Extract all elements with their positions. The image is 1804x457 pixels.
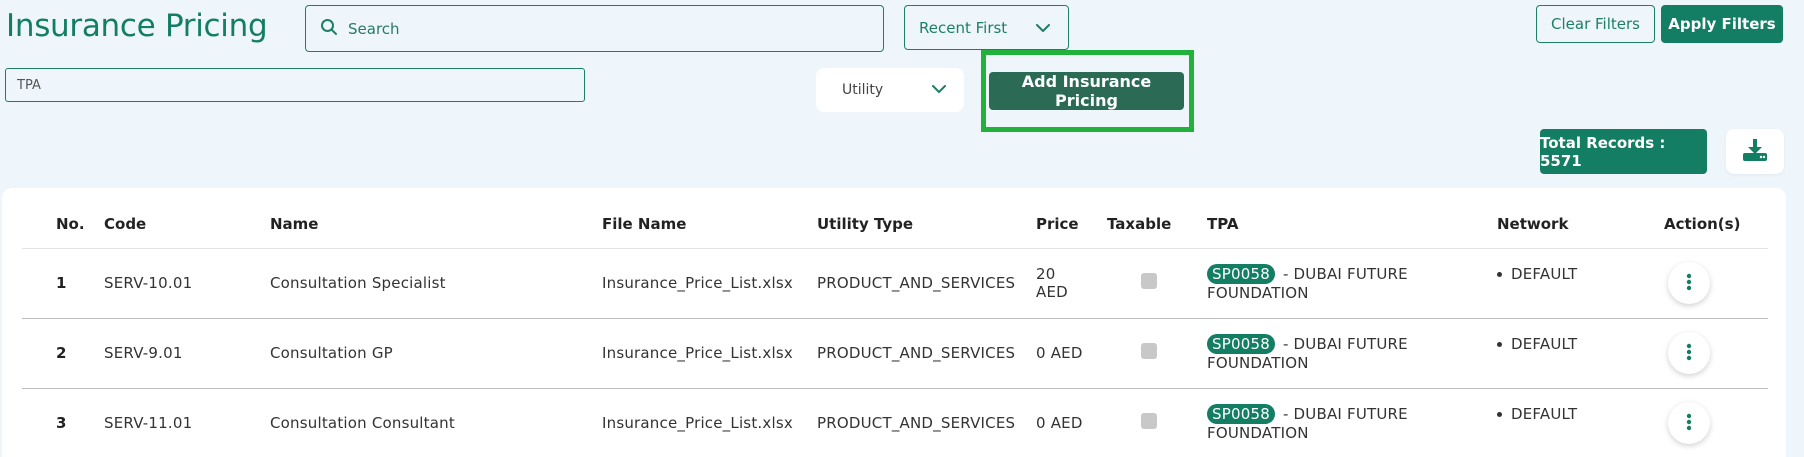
- row-tpa: SP0058- DUBAI FUTURE FOUNDATION: [1207, 388, 1497, 457]
- taxable-checkbox[interactable]: [1141, 343, 1157, 359]
- column-header: Price: [1036, 214, 1079, 233]
- row-code: SERV-11.01: [104, 414, 193, 432]
- table-row: 1 SERV-10.01 Consultation Specialist Ins…: [22, 248, 1768, 318]
- row-network: DEFAULT: [1497, 248, 1664, 318]
- table-row: 3 SERV-11.01 Consultation Consultant Ins…: [22, 388, 1768, 457]
- apply-filters-button[interactable]: Apply Filters: [1661, 5, 1783, 43]
- column-header: Network: [1497, 214, 1569, 233]
- sort-select-value: Recent First: [919, 18, 1008, 37]
- taxable-checkbox[interactable]: [1141, 273, 1157, 289]
- row-actions-button[interactable]: [1668, 332, 1710, 374]
- row-utility-type: PRODUCT_AND_SERVICES: [817, 274, 1016, 292]
- row-actions: [1664, 318, 1768, 388]
- network-item: DEFAULT: [1497, 405, 1664, 423]
- column-header: Action(s): [1664, 214, 1741, 233]
- row-actions-button[interactable]: [1668, 262, 1710, 304]
- row-name: Consultation GP: [270, 344, 393, 362]
- row-tpa: SP0058- DUBAI FUTURE FOUNDATION: [1207, 318, 1497, 388]
- clear-filters-button[interactable]: Clear Filters: [1536, 5, 1655, 43]
- row-file-name: Insurance_Price_List.xlsx: [602, 344, 793, 362]
- tpa-code-badge: SP0058: [1207, 333, 1275, 354]
- row-utility-type: PRODUCT_AND_SERVICES: [817, 344, 1016, 362]
- row-taxable: [1107, 248, 1207, 318]
- column-header: Utility Type: [817, 214, 914, 233]
- tpa-code-badge: SP0058: [1207, 263, 1275, 284]
- download-button[interactable]: [1726, 129, 1784, 174]
- search-icon: [320, 18, 338, 40]
- row-price: 0 AED: [1036, 414, 1083, 432]
- row-actions-button[interactable]: [1668, 402, 1710, 444]
- row-file-name: Insurance_Price_List.xlsx: [602, 414, 793, 432]
- row-code: SERV-10.01: [104, 274, 193, 292]
- column-header: Taxable: [1107, 214, 1172, 233]
- row-number: 3: [56, 414, 67, 432]
- row-price: 0 AED: [1036, 344, 1083, 362]
- column-header: No.: [56, 214, 85, 233]
- network-item: DEFAULT: [1497, 265, 1664, 283]
- column-header: File Name: [602, 214, 687, 233]
- column-header: Code: [104, 214, 147, 233]
- row-network: DEFAULT: [1497, 388, 1664, 457]
- utility-select[interactable]: Utility: [816, 68, 964, 112]
- insurance-pricing-page: Insurance Pricing Recent First Clear Fil…: [0, 0, 1804, 457]
- row-utility-type: PRODUCT_AND_SERVICES: [817, 414, 1016, 432]
- table-header-row: No. Code Name File Name Utility Type Pri…: [22, 200, 1768, 248]
- tpa-code-badge: SP0058: [1207, 403, 1275, 424]
- row-tpa: SP0058- DUBAI FUTURE FOUNDATION: [1207, 248, 1497, 318]
- column-header: Name: [270, 214, 319, 233]
- row-name: Consultation Consultant: [270, 414, 455, 432]
- row-code: SERV-9.01: [104, 344, 183, 362]
- insurance-pricing-table: No. Code Name File Name Utility Type Pri…: [22, 200, 1768, 457]
- chevron-down-icon: [1036, 19, 1050, 37]
- row-file-name: Insurance_Price_List.xlsx: [602, 274, 793, 292]
- download-icon: [1742, 138, 1768, 165]
- network-item: DEFAULT: [1497, 335, 1664, 353]
- page-title: Insurance Pricing: [6, 8, 268, 44]
- tpa-filter-input[interactable]: [5, 68, 585, 102]
- utility-select-value: Utility: [842, 82, 884, 98]
- table-card: No. Code Name File Name Utility Type Pri…: [2, 188, 1786, 457]
- add-insurance-pricing-button[interactable]: Add Insurance Pricing: [989, 72, 1184, 110]
- chevron-down-icon: [932, 82, 946, 98]
- sort-select[interactable]: Recent First: [904, 5, 1069, 50]
- row-taxable: [1107, 318, 1207, 388]
- row-number: 1: [56, 274, 67, 292]
- search-input[interactable]: [348, 19, 848, 38]
- row-name: Consultation Specialist: [270, 274, 446, 292]
- row-price: 20 AED: [1036, 265, 1068, 301]
- total-records-badge: Total Records : 5571: [1540, 129, 1707, 174]
- search-box[interactable]: [305, 5, 884, 52]
- row-taxable: [1107, 388, 1207, 457]
- row-actions: [1664, 388, 1768, 457]
- taxable-checkbox[interactable]: [1141, 413, 1157, 429]
- table-row: 2 SERV-9.01 Consultation GP Insurance_Pr…: [22, 318, 1768, 388]
- column-header: TPA: [1207, 214, 1239, 233]
- more-vertical-icon: [1686, 273, 1692, 294]
- row-network: DEFAULT: [1497, 318, 1664, 388]
- more-vertical-icon: [1686, 343, 1692, 364]
- more-vertical-icon: [1686, 413, 1692, 434]
- row-number: 2: [56, 344, 67, 362]
- row-actions: [1664, 248, 1768, 318]
